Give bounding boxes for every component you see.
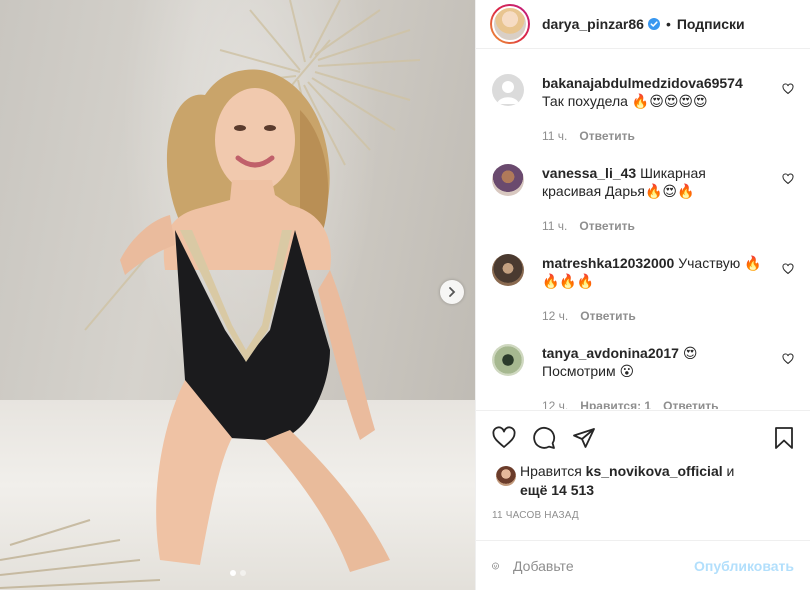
comment-time[interactable]: 11 ч. <box>542 129 567 143</box>
header-separator: • <box>665 16 671 32</box>
comment-composer: Опубликовать <box>476 540 810 590</box>
comment-text: bakanajabdulmedzidova69574 Так похудела … <box>542 74 766 110</box>
post-header: darya_pinzar86 • Подписки <box>476 0 810 49</box>
comment-meta: 12 ч. Ответить <box>542 309 636 323</box>
comment-text: tanya_avdonina2017 😍 Посмотрим 😮 <box>542 344 766 380</box>
comment-username[interactable]: matreshka12032000 <box>542 255 674 271</box>
emoji-icon[interactable] <box>492 553 499 579</box>
publish-button[interactable]: Опубликовать <box>694 558 794 574</box>
comment-like-heart-icon[interactable] <box>782 353 794 365</box>
post-modal: darya_pinzar86 • Подписки bakanajabdulme… <box>0 0 810 590</box>
likes-count-link[interactable]: ещё 14 513 <box>520 482 594 498</box>
heart-icon[interactable] <box>492 426 516 450</box>
comment-message: Так похудела 🔥😍😍😍😍 <box>542 93 708 109</box>
reply-button[interactable]: Ответить <box>579 219 634 233</box>
comment-like-heart-icon[interactable] <box>782 173 794 185</box>
next-slide-button[interactable] <box>440 280 464 304</box>
comment-likes-count[interactable]: Нравится: 1 <box>580 399 651 409</box>
comment-meta: 12 ч. Нравится: 1 Ответить <box>542 399 719 409</box>
default-avatar[interactable] <box>492 74 524 106</box>
tanya-avatar[interactable] <box>492 344 524 376</box>
comment-time[interactable]: 12 ч. <box>542 309 568 323</box>
post-sidebar: darya_pinzar86 • Подписки bakanajabdulme… <box>475 0 810 590</box>
reply-button[interactable]: Ответить <box>579 129 634 143</box>
comment-like-heart-icon[interactable] <box>782 263 794 275</box>
liker-username[interactable]: ks_novikova_official <box>586 463 723 479</box>
owner-username[interactable]: darya_pinzar86 <box>542 16 660 32</box>
post-photo[interactable] <box>0 0 475 590</box>
owner-avatar[interactable] <box>490 4 530 44</box>
carousel-dot <box>239 570 246 576</box>
comment-meta: 11 ч. Ответить <box>542 219 635 233</box>
comment-username[interactable]: vanessa_li_43 <box>542 165 636 181</box>
reply-button[interactable]: Ответить <box>663 399 718 409</box>
comment-icon[interactable] <box>532 426 556 450</box>
share-icon[interactable] <box>572 426 596 450</box>
likes-text: Нравится ks_novikova_official и ещё 14 5… <box>520 463 735 498</box>
comment-time[interactable]: 11 ч. <box>542 219 567 233</box>
following-button[interactable]: Подписки <box>677 16 745 32</box>
carousel-indicator <box>0 570 475 576</box>
comment-username[interactable]: tanya_avdonina2017 <box>542 345 679 361</box>
comment-text: matreshka12032000 Участвую 🔥🔥🔥🔥 <box>542 254 766 290</box>
likes-summary: Нравится ks_novikova_official и ещё 14 5… <box>492 462 794 500</box>
comment-like-heart-icon[interactable] <box>782 83 794 95</box>
carousel-dot <box>229 570 236 576</box>
comment-meta: 11 ч. Ответить <box>542 129 635 143</box>
comment-username[interactable]: bakanajabdulmedzidova69574 <box>542 74 766 92</box>
verified-badge-icon <box>647 18 660 30</box>
comment-text: vanessa_li_43 Шикарная красивая Дарья🔥😍🔥 <box>542 164 766 200</box>
comments-list[interactable]: bakanajabdulmedzidova69574 Так похудела … <box>476 49 810 409</box>
matreshka-avatar[interactable] <box>492 254 524 286</box>
photo-illustration <box>0 0 421 589</box>
bookmark-icon[interactable] <box>772 426 796 450</box>
vanessa-avatar[interactable] <box>492 164 524 196</box>
liker-avatar[interactable] <box>496 466 516 486</box>
default-avatar-icon <box>497 81 519 104</box>
post-timestamp[interactable]: 11 ЧАСОВ НАЗАД <box>492 510 579 521</box>
comment-input[interactable] <box>513 557 695 574</box>
action-bar <box>476 410 810 460</box>
reply-button[interactable]: Ответить <box>580 309 635 323</box>
chevron-right-icon <box>449 287 456 297</box>
comment-time[interactable]: 12 ч. <box>542 399 568 409</box>
